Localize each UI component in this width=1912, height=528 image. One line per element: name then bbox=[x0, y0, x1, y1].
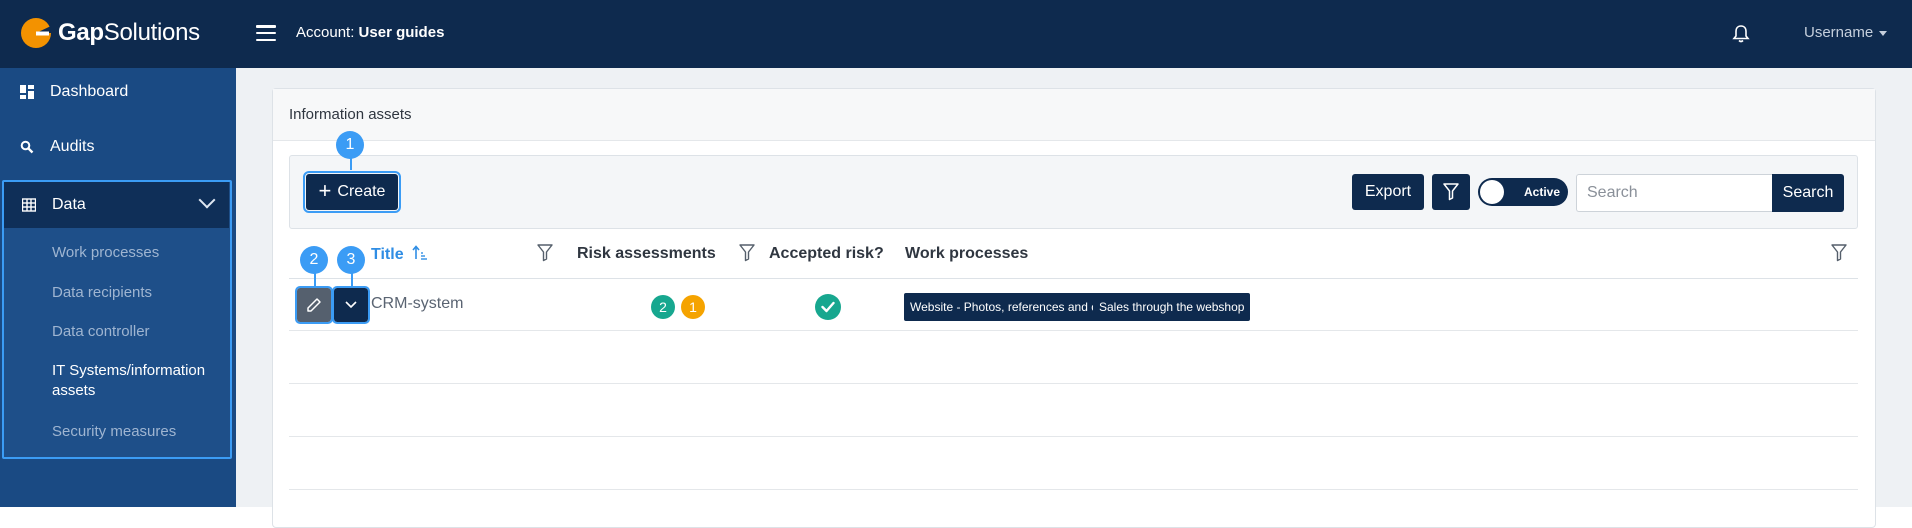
card-header: Information assets bbox=[273, 89, 1875, 141]
callout-badge-3: 3 bbox=[337, 246, 365, 274]
user-menu[interactable]: Username bbox=[1804, 24, 1888, 41]
column-header-work-processes[interactable]: Work processes bbox=[905, 245, 1028, 263]
callout-connector bbox=[314, 273, 316, 287]
menu-icon[interactable] bbox=[256, 25, 276, 41]
filter-icon[interactable] bbox=[739, 244, 755, 262]
callout-connector bbox=[350, 158, 352, 170]
sidebar-subitem-security-measures[interactable]: Security measures bbox=[52, 422, 176, 442]
table-row-empty bbox=[289, 438, 1858, 490]
toolbar: + Create Export Active Search bbox=[289, 155, 1858, 229]
active-toggle[interactable]: Active bbox=[1478, 178, 1568, 206]
information-assets-card: Information assets + Create Export Activ… bbox=[272, 88, 1876, 528]
main-content: Information assets + Create Export Activ… bbox=[236, 68, 1912, 528]
sidebar-item-dashboard[interactable]: Dashboard bbox=[0, 70, 236, 114]
table-header: Title Risk assessments Accepted risk? Wo… bbox=[289, 229, 1858, 279]
column-header-accepted-risk[interactable]: Accepted risk? bbox=[769, 245, 884, 263]
sidebar-subitem-data-controller[interactable]: Data controller bbox=[52, 322, 150, 342]
filter-icon bbox=[1443, 183, 1459, 201]
sidebar-subitem-it-systems[interactable]: IT Systems/information assets bbox=[52, 361, 222, 401]
create-label: Create bbox=[337, 183, 386, 200]
sidebar-data-group: Data Work processes Data recipients Data… bbox=[2, 180, 232, 459]
sidebar-item-label: Data bbox=[52, 196, 86, 213]
table-row-empty bbox=[289, 332, 1858, 384]
check-icon bbox=[815, 294, 841, 320]
table-icon bbox=[22, 198, 36, 212]
chevron-down-icon bbox=[198, 191, 216, 209]
column-header-title[interactable]: Title bbox=[371, 245, 428, 264]
filter-icon[interactable] bbox=[537, 244, 553, 262]
toggle-label: Active bbox=[1524, 185, 1561, 199]
brand-name: GapSolutions bbox=[58, 19, 200, 46]
row-actions-dropdown-button[interactable] bbox=[332, 286, 370, 324]
plus-icon: + bbox=[318, 178, 332, 203]
bell-icon[interactable] bbox=[1732, 24, 1750, 44]
search-icon bbox=[20, 140, 34, 154]
dashboard-icon bbox=[20, 85, 34, 99]
column-header-risk-assessments[interactable]: Risk assessments bbox=[577, 245, 716, 263]
export-button[interactable]: Export bbox=[1352, 174, 1424, 210]
top-bar: GapSolutions Account: User guides Userna… bbox=[0, 0, 1912, 68]
sidebar: Dashboard Audits Data Work processes Dat… bbox=[0, 68, 236, 507]
filter-icon[interactable] bbox=[1831, 244, 1847, 262]
callout-connector bbox=[351, 273, 353, 287]
sidebar-item-data[interactable]: Data bbox=[4, 182, 229, 228]
search-button[interactable]: Search bbox=[1772, 174, 1844, 212]
callout-badge-1: 1 bbox=[336, 131, 364, 159]
sidebar-subitem-work-processes[interactable]: Work processes bbox=[52, 243, 159, 263]
sidebar-item-audits[interactable]: Audits bbox=[0, 125, 236, 169]
create-button[interactable]: + Create bbox=[303, 171, 401, 213]
filter-button[interactable] bbox=[1432, 174, 1470, 210]
risk-count-badge-orange: 1 bbox=[681, 295, 705, 319]
toggle-knob bbox=[1480, 180, 1504, 204]
search-input[interactable] bbox=[1576, 174, 1774, 212]
edit-button[interactable] bbox=[295, 286, 333, 324]
callout-badge-2: 2 bbox=[300, 246, 328, 274]
table-row-empty bbox=[289, 385, 1858, 437]
caret-down-icon bbox=[1879, 30, 1888, 36]
logo-icon bbox=[21, 18, 52, 48]
sidebar-item-label: Dashboard bbox=[50, 83, 129, 100]
risk-count-badge-green: 2 bbox=[651, 295, 675, 319]
sidebar-item-label: Audits bbox=[50, 138, 95, 155]
cell-title: CRM-system bbox=[371, 295, 464, 312]
work-process-tag[interactable]: Sales through the webshop bbox=[1093, 293, 1251, 321]
sidebar-subitem-data-recipients[interactable]: Data recipients bbox=[52, 283, 152, 303]
sort-ascending-icon bbox=[412, 245, 428, 260]
account-label: Account: User guides bbox=[296, 24, 445, 41]
pencil-icon bbox=[307, 298, 321, 312]
card-title: Information assets bbox=[289, 106, 412, 123]
chevron-down-icon bbox=[345, 301, 357, 309]
table-row[interactable]: CRM-system 2 1 Website - Photos, referen… bbox=[289, 279, 1858, 331]
brand-logo[interactable]: GapSolutions bbox=[20, 17, 200, 49]
